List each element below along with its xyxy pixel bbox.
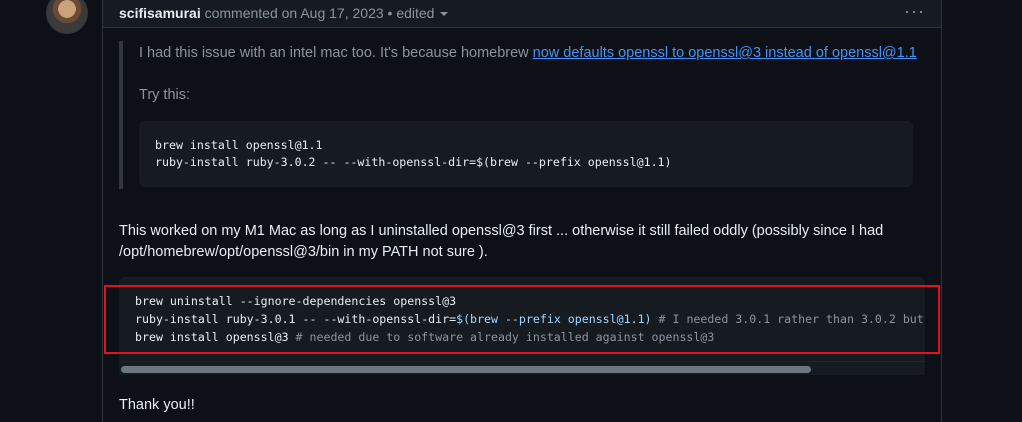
author-link[interactable]: scifisamurai bbox=[119, 5, 201, 21]
blockquote: I had this issue with an intel mac too. … bbox=[119, 41, 917, 189]
caret-down-icon bbox=[440, 12, 449, 16]
quote-code-line: ruby-install ruby-3.0.2 -- --with-openss… bbox=[155, 155, 672, 169]
body-paragraph: This worked on my M1 Mac as long as I un… bbox=[119, 221, 919, 263]
homebrew-openssl-link[interactable]: now defaults openssl to openssl@3 instea… bbox=[533, 45, 917, 61]
comment-action: commented on bbox=[204, 5, 298, 21]
quote-text: I had this issue with an intel mac too. … bbox=[139, 45, 917, 61]
closing-text: Thank you!! bbox=[119, 397, 195, 413]
highlight-annotation bbox=[104, 285, 940, 354]
edited-label: edited bbox=[396, 5, 435, 21]
scrollbar-thumb[interactable] bbox=[121, 366, 811, 373]
page: scifisamurai commented on Aug 17, 2023 •… bbox=[0, 0, 1022, 422]
quote-text-prefix: I had this issue with an intel mac too. … bbox=[139, 45, 533, 61]
comment-header: scifisamurai commented on Aug 17, 2023 •… bbox=[103, 0, 941, 28]
try-this-text: Try this: bbox=[139, 87, 191, 103]
kebab-horizontal-icon[interactable]: ··· bbox=[904, 2, 925, 20]
avatar[interactable] bbox=[46, 0, 88, 34]
paragraph-line: This worked on my M1 Mac as long as I un… bbox=[119, 223, 884, 239]
comment-box: scifisamurai commented on Aug 17, 2023 •… bbox=[102, 0, 942, 422]
edited-dropdown[interactable]: edited bbox=[396, 5, 449, 21]
quote-code-block: brew install openssl@1.1 ruby-install ru… bbox=[139, 121, 913, 187]
comment-meta: scifisamurai commented on Aug 17, 2023 •… bbox=[119, 5, 449, 21]
paragraph-line: /opt/homebrew/opt/openssl@3/bin in my PA… bbox=[119, 244, 488, 260]
horizontal-scrollbar[interactable] bbox=[119, 361, 925, 375]
comment-date[interactable]: Aug 17, 2023 bbox=[300, 5, 383, 21]
quote-code-line: brew install openssl@1.1 bbox=[155, 138, 323, 152]
separator-dot: • bbox=[387, 5, 393, 21]
